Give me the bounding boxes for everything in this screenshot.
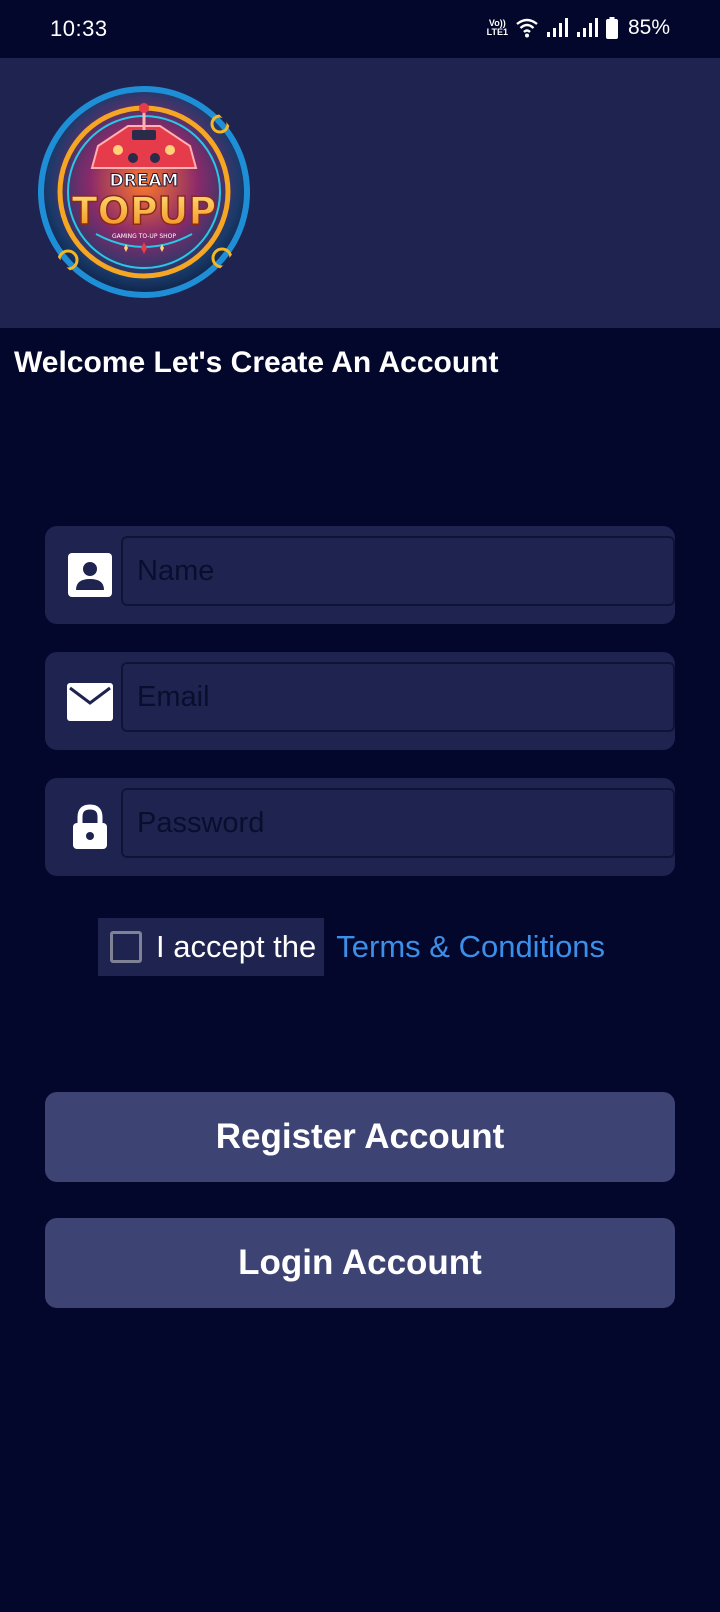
email-input[interactable]	[121, 662, 675, 732]
signal-icon-2	[576, 18, 598, 37]
status-time: 10:33	[50, 16, 108, 41]
battery-icon	[605, 17, 618, 39]
name-field-row	[45, 526, 675, 624]
wifi-icon	[516, 18, 538, 38]
header: DREAM TOPUP GAMING TO-UP SHOP	[0, 58, 720, 328]
terms-checkbox[interactable]	[110, 931, 142, 963]
battery-percent: 85%	[627, 16, 670, 39]
logo-sub-text: GAMING TO-UP SHOP	[112, 233, 176, 240]
register-account-button[interactable]: Register Account	[45, 1092, 675, 1182]
signal-icon	[546, 18, 568, 37]
terms-row: I accept the Terms & Conditions	[98, 918, 605, 976]
password-input[interactable]	[121, 788, 675, 858]
password-field-row	[45, 778, 675, 876]
status-icons: Vo)) LTE1 85%	[487, 15, 670, 41]
lock-icon	[73, 804, 107, 849]
contact-icon	[68, 553, 112, 597]
terms-conditions-link[interactable]: Terms & Conditions	[336, 929, 605, 965]
volte-icon: Vo)) LTE1	[486, 18, 508, 37]
dream-topup-logo: DREAM TOPUP GAMING TO-UP SHOP	[38, 86, 250, 298]
logo-main-text: TOPUP	[72, 189, 217, 233]
terms-prefix-text: I accept the	[156, 929, 317, 964]
terms-checkbox-container[interactable]: I accept the	[98, 918, 325, 976]
page-title: Welcome Let's Create An Account	[14, 346, 499, 379]
mail-icon	[67, 683, 113, 721]
email-field-row	[45, 652, 675, 750]
login-account-button[interactable]: Login Account	[45, 1218, 675, 1308]
logo-top-text: DREAM	[110, 171, 179, 191]
status-bar: 10:33 Vo)) LTE1 85%	[0, 0, 720, 58]
name-input[interactable]	[121, 536, 675, 606]
